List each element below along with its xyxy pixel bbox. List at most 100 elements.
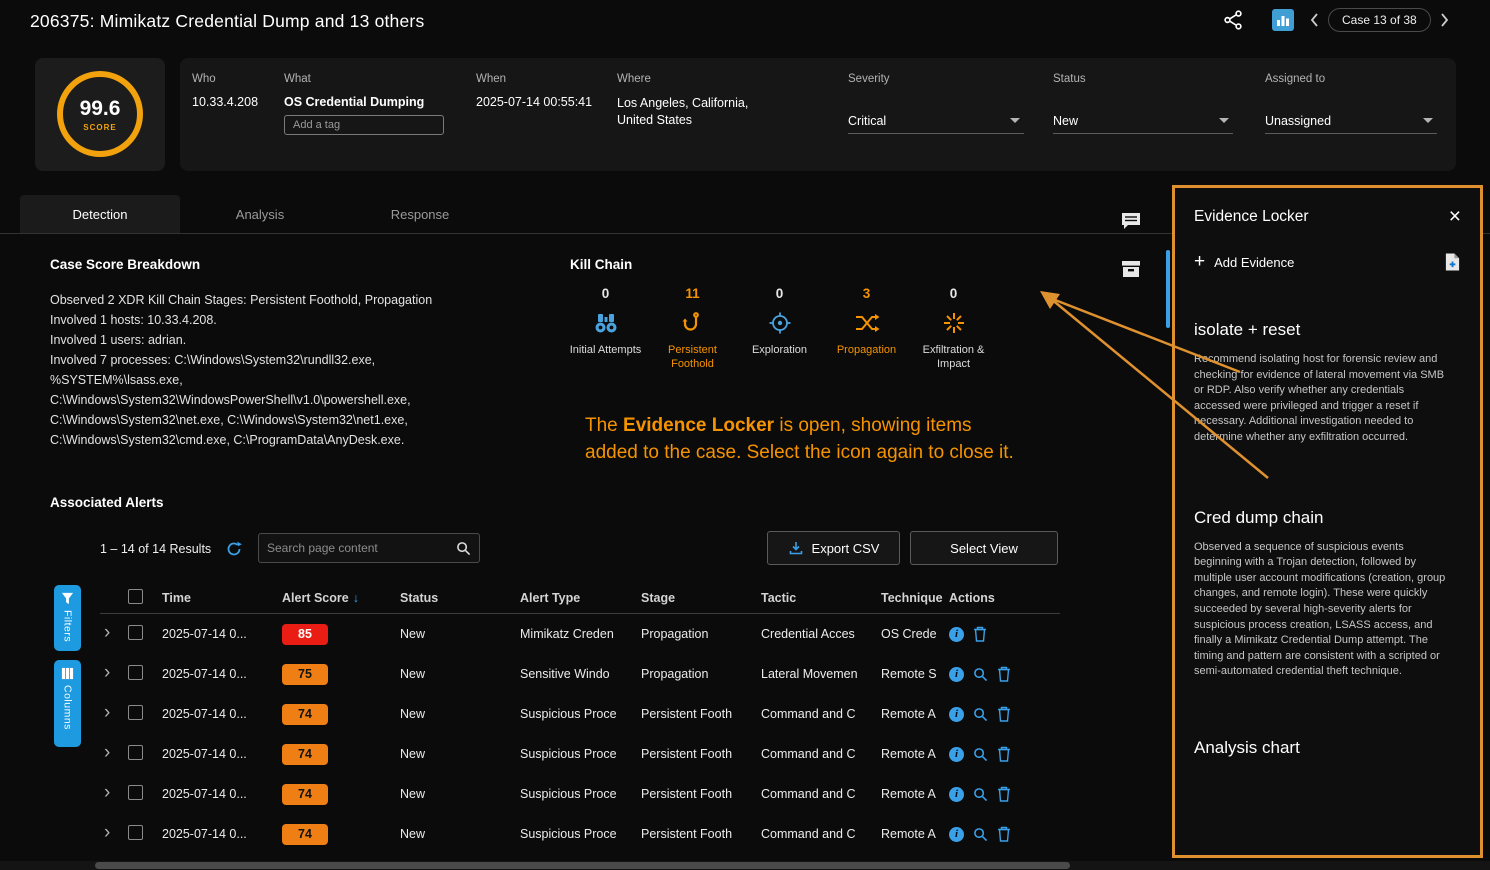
row-checkbox[interactable] [128, 745, 143, 760]
associated-alerts-title: Associated Alerts [50, 495, 164, 510]
info-icon[interactable]: i [949, 827, 964, 842]
evidence-locker-header: Evidence Locker × [1194, 208, 1461, 226]
column-header-alert-score[interactable]: Alert Score↓ [282, 591, 400, 605]
column-header-stage[interactable]: Stage [641, 591, 761, 605]
expand-row-chevron[interactable]: › [100, 705, 116, 721]
horizontal-scrollbar-thumb[interactable] [95, 862, 1070, 869]
kill-chain-stage-propagation[interactable]: 3 Propagation [823, 286, 910, 371]
case-position-label: Case 13 of 38 [1328, 8, 1431, 32]
tab-response[interactable]: Response [340, 195, 500, 233]
select-all-checkbox[interactable] [128, 589, 143, 604]
alert-score-badge: 75 [282, 664, 328, 685]
evidence-locker-button[interactable] [1117, 256, 1145, 282]
investigate-icon[interactable] [973, 747, 988, 762]
delete-icon[interactable] [997, 706, 1011, 722]
expand-row-chevron[interactable]: › [100, 665, 116, 681]
column-header-status[interactable]: Status [400, 591, 520, 605]
column-header-time[interactable]: Time [162, 591, 282, 605]
chart-view-button[interactable] [1272, 9, 1294, 31]
table-header-row: Time Alert Score↓ Status Alert Type Stag… [100, 582, 1060, 614]
filter-funnel-icon [61, 592, 74, 605]
hook-icon [681, 308, 705, 338]
info-icon[interactable]: i [949, 787, 964, 802]
export-csv-button[interactable]: Export CSV [767, 531, 900, 565]
kill-chain-stage-exploration[interactable]: 0 Exploration [736, 286, 823, 371]
tab-analysis[interactable]: Analysis [180, 195, 340, 233]
column-header-tactic[interactable]: Tactic [761, 591, 881, 605]
info-icon[interactable]: i [949, 667, 964, 682]
cell-tactic: Command and C [761, 747, 881, 761]
delete-icon[interactable] [997, 666, 1011, 682]
kill-chain-stage-initial-attempts[interactable]: 0 Initial Attempts [562, 286, 649, 371]
expand-row-chevron[interactable]: › [100, 625, 116, 641]
expand-row-chevron[interactable]: › [100, 745, 116, 761]
column-header-alert-type[interactable]: Alert Type [520, 591, 641, 605]
close-icon[interactable]: × [1449, 208, 1461, 226]
previous-case-button[interactable] [1310, 13, 1319, 27]
kill-chain-stage-persistent-foothold[interactable]: 11 Persistent Foothold [649, 286, 736, 371]
table-row: › 2025-07-14 0... 74 New Suspicious Proc… [100, 734, 1060, 774]
cell-time: 2025-07-14 0... [162, 627, 282, 641]
results-count: 1 – 14 of 14 Results [100, 542, 211, 556]
content-scrollbar-thumb[interactable] [1166, 250, 1170, 328]
cell-time: 2025-07-14 0... [162, 707, 282, 721]
comments-button[interactable] [1117, 208, 1145, 234]
investigate-icon[interactable] [973, 667, 988, 682]
cell-actions: i [949, 626, 1060, 642]
columns-button[interactable]: Columns [54, 660, 81, 747]
column-header-technique[interactable]: Technique [881, 591, 949, 605]
kill-chain-stage-exfiltration-impact[interactable]: 0 Exfiltration & Impact [910, 286, 997, 371]
stage-label: Initial Attempts [564, 343, 648, 357]
tab-detection[interactable]: Detection [20, 195, 180, 233]
share-button[interactable] [1222, 9, 1244, 31]
columns-icon [61, 667, 74, 680]
expand-row-chevron[interactable]: › [100, 825, 116, 841]
row-checkbox[interactable] [128, 825, 143, 840]
add-evidence-button[interactable]: + Add Evidence [1194, 255, 1294, 270]
expand-row-chevron[interactable]: › [100, 785, 116, 801]
case-score-breakdown-text: Observed 2 XDR Kill Chain Stages: Persis… [50, 290, 570, 450]
case-pagination: Case 13 of 38 [1310, 8, 1449, 32]
info-icon[interactable]: i [949, 747, 964, 762]
page-title: 206375: Mimikatz Credential Dump and 13 … [30, 11, 424, 32]
delete-icon[interactable] [997, 746, 1011, 762]
severity-dropdown[interactable]: Critical [848, 108, 1024, 134]
table-row: › 2025-07-14 0... 74 New Suspicious Proc… [100, 774, 1060, 814]
cell-time: 2025-07-14 0... [162, 827, 282, 841]
investigate-icon[interactable] [973, 827, 988, 842]
delete-icon[interactable] [997, 786, 1011, 802]
filters-button[interactable]: Filters [54, 585, 81, 651]
delete-icon[interactable] [997, 826, 1011, 842]
chevron-left-icon [1310, 13, 1319, 27]
score-ring: 99.6 SCORE [57, 71, 143, 157]
refresh-button[interactable] [226, 541, 242, 557]
select-view-button[interactable]: Select View [910, 531, 1058, 565]
row-checkbox[interactable] [128, 785, 143, 800]
table-row: › 2025-07-14 0... 74 New Suspicious Proc… [100, 814, 1060, 854]
document-plus-icon [1444, 252, 1461, 272]
investigate-icon[interactable] [973, 707, 988, 722]
add-file-button[interactable] [1444, 252, 1461, 272]
info-icon[interactable]: i [949, 707, 964, 722]
cell-stage: Persistent Footh [641, 747, 761, 761]
assigned-to-dropdown[interactable]: Unassigned [1265, 108, 1437, 134]
row-checkbox[interactable] [128, 705, 143, 720]
investigate-icon[interactable] [973, 787, 988, 802]
add-tag-input[interactable] [284, 115, 444, 135]
stage-label: Persistent Foothold [651, 343, 735, 371]
alert-score-badge: 85 [282, 624, 328, 645]
row-checkbox[interactable] [128, 625, 143, 640]
status-dropdown[interactable]: New [1053, 108, 1233, 134]
cell-alert-type: Sensitive Windo [520, 667, 641, 681]
delete-icon[interactable] [973, 626, 987, 642]
info-icon[interactable]: i [949, 627, 964, 642]
severity-value: Critical [848, 114, 886, 128]
cell-technique: Remote A [881, 827, 949, 841]
status-value: New [1053, 114, 1078, 128]
cell-status: New [400, 667, 520, 681]
alert-score-badge: 74 [282, 784, 328, 805]
row-checkbox[interactable] [128, 665, 143, 680]
search-input[interactable] [259, 541, 456, 555]
target-icon [768, 308, 792, 338]
next-case-button[interactable] [1440, 13, 1449, 27]
